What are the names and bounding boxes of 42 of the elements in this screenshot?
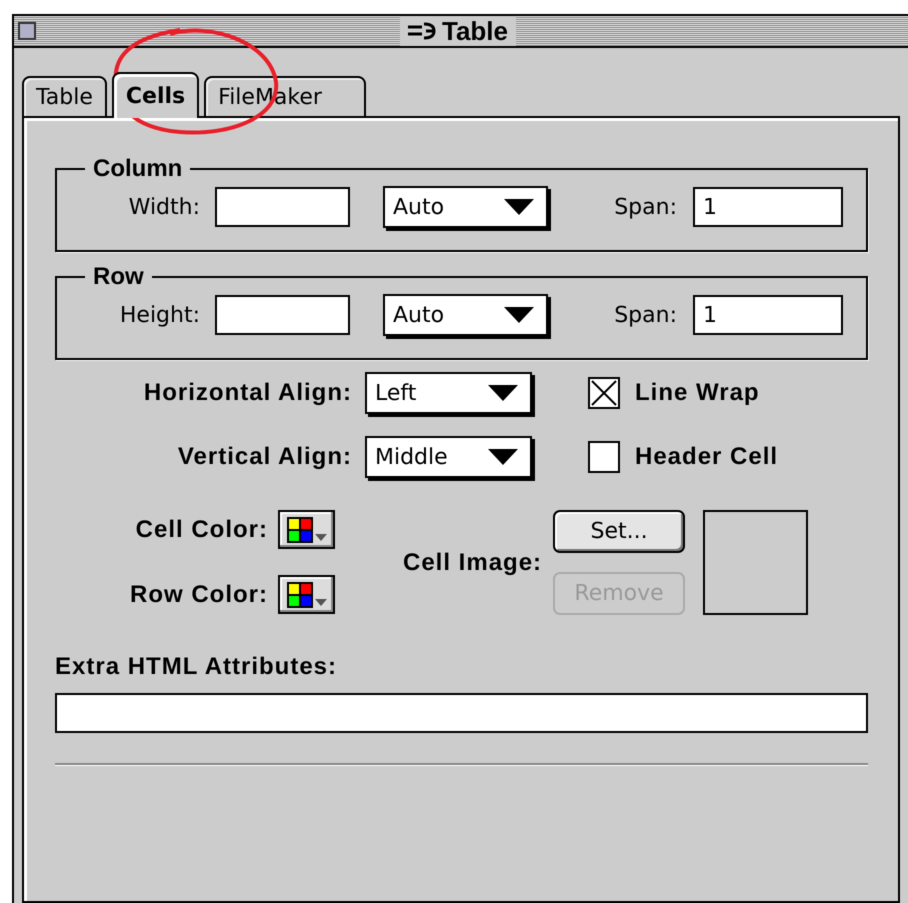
close-box[interactable] (18, 22, 36, 40)
dropdown[interactable]: Auto (383, 186, 548, 228)
tab[interactable]: Table (22, 76, 107, 116)
field-label: Span: (613, 302, 677, 330)
field-label: Span: (613, 194, 677, 222)
field-label: Height: (118, 302, 200, 330)
group-title: Row (92, 264, 145, 290)
check-cross-icon (590, 379, 618, 407)
caret-icon (504, 199, 534, 215)
caret-icon (315, 534, 327, 542)
field-label: Cell Color: (134, 514, 268, 544)
input-field[interactable]: 1 (693, 295, 843, 335)
dropdown[interactable]: Left (365, 372, 532, 414)
checkbox-label: Line Wrap (635, 378, 760, 408)
field-label: Extra HTML Attributes: (55, 652, 338, 682)
palette-icon (287, 516, 313, 542)
checkbox-label: Header Cell (635, 442, 778, 472)
table-icon (408, 21, 438, 41)
caret-icon (315, 598, 327, 606)
checkbox[interactable] (588, 441, 620, 473)
button[interactable]: Set... (553, 510, 686, 553)
field-label: Cell Image: (403, 548, 542, 578)
palette-icon (287, 582, 313, 608)
caret-icon (488, 449, 518, 465)
field-label: Horizontal Align: (142, 378, 352, 408)
input-field[interactable]: 1 (693, 187, 843, 227)
color-picker[interactable] (278, 510, 335, 549)
input-field[interactable] (215, 187, 350, 227)
input-field[interactable] (55, 693, 868, 733)
dropdown[interactable]: Auto (383, 294, 548, 336)
dropdown[interactable]: Middle (365, 436, 532, 478)
input-field[interactable] (215, 295, 350, 335)
window-title: Table (442, 14, 508, 48)
checkbox[interactable] (588, 377, 620, 409)
field-label: Vertical Align: (176, 442, 352, 472)
tab[interactable]: Cells (112, 72, 200, 118)
field-label: Row Color: (129, 580, 268, 610)
group-title: Column (92, 156, 184, 182)
caret-icon (488, 385, 518, 401)
color-picker[interactable] (278, 575, 335, 614)
caret-icon (504, 307, 534, 323)
field-label: Width: (128, 194, 200, 222)
